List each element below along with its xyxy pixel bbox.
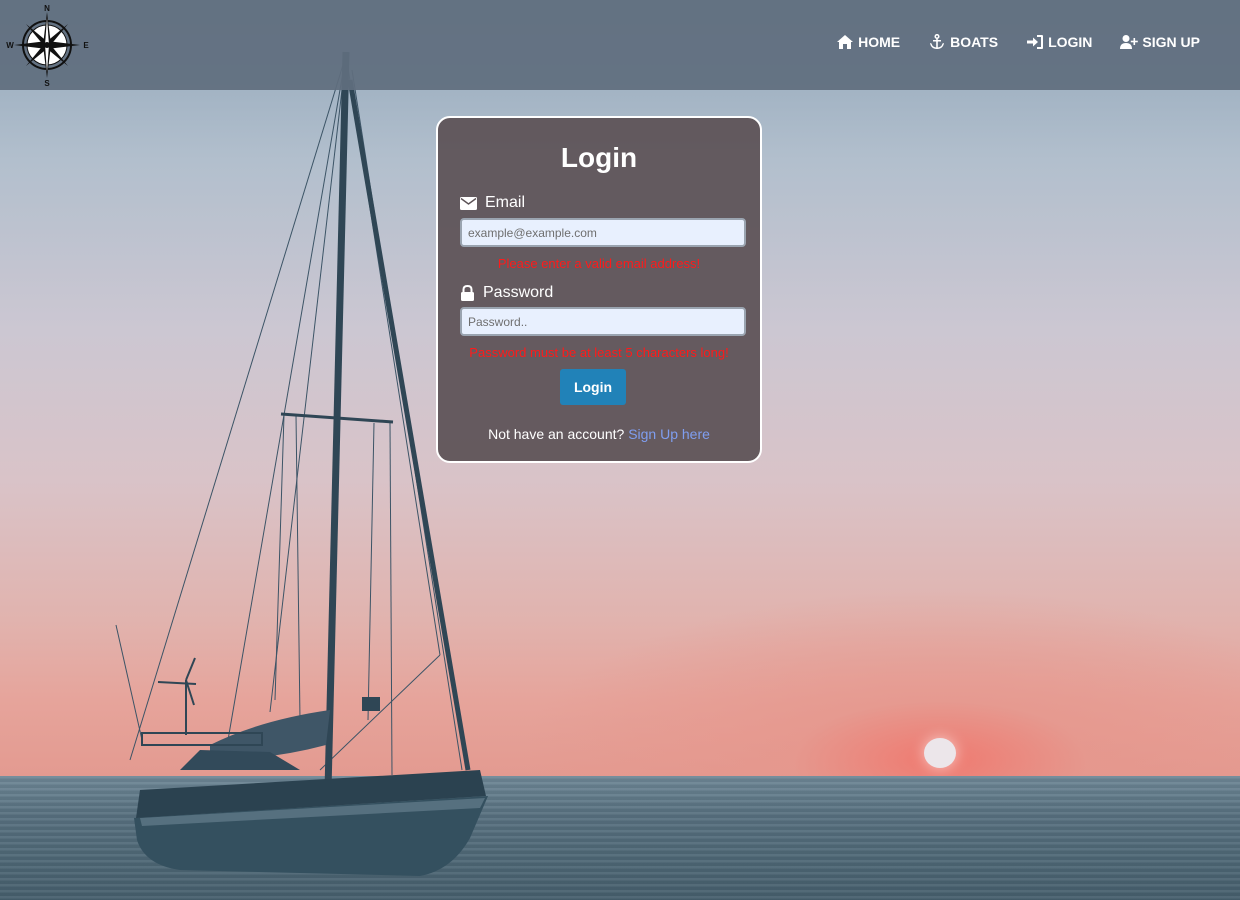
login-card: Login Email Please enter a valid email a…	[436, 116, 762, 463]
password-input[interactable]	[460, 307, 746, 336]
user-plus-icon	[1120, 35, 1139, 49]
signup-prompt-text: Not have an account?	[488, 426, 625, 442]
nav-links: HOME BOATS LOGIN SIGN UP	[836, 34, 1200, 50]
compass-north-label: N	[44, 4, 50, 13]
email-label: Email	[460, 194, 525, 212]
compass-west-label: W	[6, 41, 14, 50]
nav-signup-link[interactable]: SIGN UP	[1120, 34, 1200, 50]
compass-east-label: E	[83, 41, 89, 50]
sea-background	[0, 776, 1240, 900]
compass-south-label: S	[44, 79, 50, 88]
sign-in-icon	[1027, 35, 1044, 49]
email-label-text: Email	[485, 194, 526, 211]
email-error-message: Please enter a valid email address!	[497, 256, 701, 271]
password-error-message: Password must be at least 5 characters l…	[469, 345, 729, 360]
password-label: Password	[460, 284, 553, 302]
anchor-icon	[930, 34, 945, 49]
home-icon	[837, 35, 854, 49]
nav-signup-label: SIGN UP	[1142, 34, 1200, 50]
login-button[interactable]: Login	[560, 369, 626, 405]
compass-rose-icon[interactable]: N S E W	[4, 2, 90, 88]
setting-sun	[924, 738, 956, 768]
password-label-text: Password	[483, 284, 554, 301]
envelope-icon	[460, 196, 477, 210]
email-input[interactable]	[460, 218, 746, 247]
nav-boats-link[interactable]: BOATS	[928, 34, 998, 50]
signup-prompt-row: Not have an account? Sign Up here	[438, 426, 760, 442]
top-navbar: N S E W HOME BOATS LOGIN SIGN UP	[0, 0, 1240, 90]
nav-boats-label: BOATS	[950, 34, 999, 50]
nav-home-link[interactable]: HOME	[836, 34, 900, 50]
signup-here-link[interactable]: Sign Up here	[628, 426, 710, 442]
nav-login-label: LOGIN	[1048, 34, 1093, 50]
login-title: Login	[560, 142, 638, 173]
nav-login-link[interactable]: LOGIN	[1026, 34, 1092, 50]
nav-home-label: HOME	[858, 34, 901, 50]
lock-icon	[461, 285, 474, 301]
